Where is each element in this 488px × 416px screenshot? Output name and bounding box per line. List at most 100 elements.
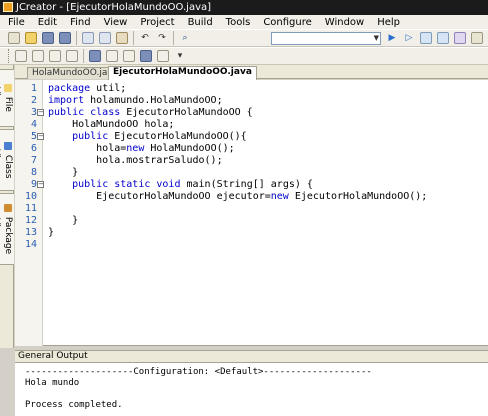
code-line[interactable]: } <box>48 227 54 239</box>
code-text: main(String[] args) { <box>180 179 313 190</box>
edit-toolbar: ▾ <box>0 47 488 65</box>
output-panel-header: General Output <box>15 350 488 363</box>
configuration-dropdown[interactable] <box>271 31 381 45</box>
line-number: 4 <box>30 119 37 130</box>
line-number: 14 <box>24 239 37 250</box>
code-line[interactable]: hola.mostrarSaludo(); <box>48 155 222 167</box>
output-line: --------------------Configuration: <Defa… <box>25 367 372 377</box>
code-text: hola= <box>48 143 127 154</box>
menu-project[interactable]: Project <box>140 17 174 28</box>
undo-icon[interactable]: ↶ <box>139 32 151 44</box>
more-options-icon[interactable]: ▾ <box>174 50 186 62</box>
menu-build[interactable]: Build <box>188 17 213 28</box>
code-line[interactable]: public static void main(String[] args) { <box>48 179 313 191</box>
output-title: General Output <box>18 351 88 361</box>
side-panel-tabs: File View Class View Package View <box>0 65 14 348</box>
line-number: 12 <box>24 215 37 226</box>
code-line[interactable]: EjecutorHolaMundoOO ejecutor=new Ejecuto… <box>48 191 427 203</box>
code-text: holamundo.HolaMundoOO; <box>84 95 223 106</box>
code-line[interactable]: hola=new HolaMundoOO(); <box>48 143 235 155</box>
compile-icon[interactable]: ▶ <box>386 32 398 44</box>
output-panel: --------------------Configuration: <Defa… <box>15 363 488 416</box>
save-icon[interactable] <box>42 32 54 44</box>
code-line[interactable]: public class EjecutorHolaMundoOO { <box>48 107 253 119</box>
fold-toggle-icon[interactable]: − <box>37 109 44 116</box>
code-line[interactable]: public EjecutorHolaMundoOO(){ <box>48 131 247 143</box>
menu-bar: File Edit Find View Project Build Tools … <box>0 15 488 29</box>
next-bookmark-icon[interactable] <box>106 50 118 62</box>
line-number: 11 <box>24 203 37 214</box>
line-number: 1 <box>30 83 37 94</box>
tab-class-view[interactable]: Class View <box>0 129 14 191</box>
new-file-icon[interactable] <box>8 32 20 44</box>
code-line[interactable]: HolaMundoOO hola; <box>48 119 174 131</box>
menu-window[interactable]: Window <box>325 17 364 28</box>
outdent-icon[interactable] <box>32 50 44 62</box>
match-brace-icon[interactable] <box>157 50 169 62</box>
tab-ejecutorholamundooo-java[interactable]: EjecutorHolaMundoOO.java <box>108 66 257 80</box>
toolbar-grip <box>8 49 11 63</box>
code-line[interactable]: package util; <box>48 83 126 95</box>
open-folder-icon[interactable] <box>25 32 37 44</box>
code-line[interactable]: import holamundo.HolaMundoOO; <box>48 95 223 107</box>
menu-help[interactable]: Help <box>377 17 400 28</box>
code-keyword: import <box>48 95 85 106</box>
main-toolbar: ↶ ↷ ⌕ ▶ ▷ <box>0 29 488 47</box>
code-text: HolaMundoOO(); <box>144 143 235 154</box>
find-icon[interactable]: ⌕ <box>179 32 191 44</box>
menu-tools[interactable]: Tools <box>226 17 251 28</box>
line-number: 13 <box>24 227 37 238</box>
window-title: JCreator - [EjecutorHolaMundoOO.java] <box>16 2 212 13</box>
tab-package-view[interactable]: Package View <box>0 193 14 265</box>
redo-icon[interactable]: ↷ <box>156 32 168 44</box>
editor-tabs: HolaMundoOO.java EjecutorHolaMundoOO.jav… <box>15 65 488 80</box>
run-icon[interactable]: ▷ <box>403 32 415 44</box>
menu-find[interactable]: Find <box>70 17 91 28</box>
prev-bookmark-icon[interactable] <box>123 50 135 62</box>
code-text: EjecutorHolaMundoOO(){ <box>108 131 247 142</box>
menu-configure[interactable]: Configure <box>263 17 311 28</box>
code-keyword: public class <box>48 107 121 118</box>
comment-icon[interactable] <box>49 50 61 62</box>
line-number: 6 <box>30 143 37 154</box>
code-text: } <box>48 167 79 178</box>
code-line[interactable]: } <box>48 167 78 179</box>
toolbar-separator <box>173 31 174 45</box>
uncomment-icon[interactable] <box>66 50 78 62</box>
menu-file[interactable]: File <box>8 17 25 28</box>
toolbar-separator <box>83 49 84 63</box>
build-icon[interactable] <box>420 32 432 44</box>
code-editor[interactable]: 1 2 3−4 5−6 7 8 9−10 11 12 13 14 package util; impo… <box>15 80 488 346</box>
bookmark-icon[interactable] <box>89 50 101 62</box>
app-icon <box>3 2 13 12</box>
code-keyword: new <box>270 191 289 202</box>
code-text: EjecutorHolaMundoOO { <box>120 107 253 118</box>
menu-view[interactable]: View <box>104 17 128 28</box>
clear-bookmarks-icon[interactable] <box>140 50 152 62</box>
line-number: 2 <box>30 95 37 106</box>
code-line[interactable]: } <box>48 215 78 227</box>
copy-icon[interactable] <box>99 32 111 44</box>
code-text: EjecutorHolaMundoOO(); <box>288 191 428 202</box>
code-text: } <box>48 215 79 226</box>
save-all-icon[interactable] <box>59 32 71 44</box>
line-number: 5 <box>30 131 37 142</box>
cut-icon[interactable] <box>82 32 94 44</box>
indent-icon[interactable] <box>15 50 27 62</box>
fold-toggle-icon[interactable]: − <box>37 181 44 188</box>
paste-icon[interactable] <box>116 32 128 44</box>
code-text: util; <box>90 83 127 94</box>
fold-toggle-icon[interactable]: − <box>37 133 44 140</box>
line-number-gutter: 1 2 3−4 5−6 7 8 9−10 11 12 13 14 <box>15 80 44 346</box>
options-icon[interactable] <box>471 32 483 44</box>
title-bar: JCreator - [EjecutorHolaMundoOO.java] <box>0 0 488 15</box>
project-icon[interactable] <box>454 32 466 44</box>
debug-icon[interactable] <box>437 32 449 44</box>
file-view-icon <box>4 84 12 93</box>
package-view-icon <box>4 203 12 212</box>
code-keyword: package <box>48 83 91 94</box>
line-number: 8 <box>30 167 37 178</box>
menu-edit[interactable]: Edit <box>38 17 57 28</box>
tab-file-view[interactable]: File View <box>0 69 14 127</box>
